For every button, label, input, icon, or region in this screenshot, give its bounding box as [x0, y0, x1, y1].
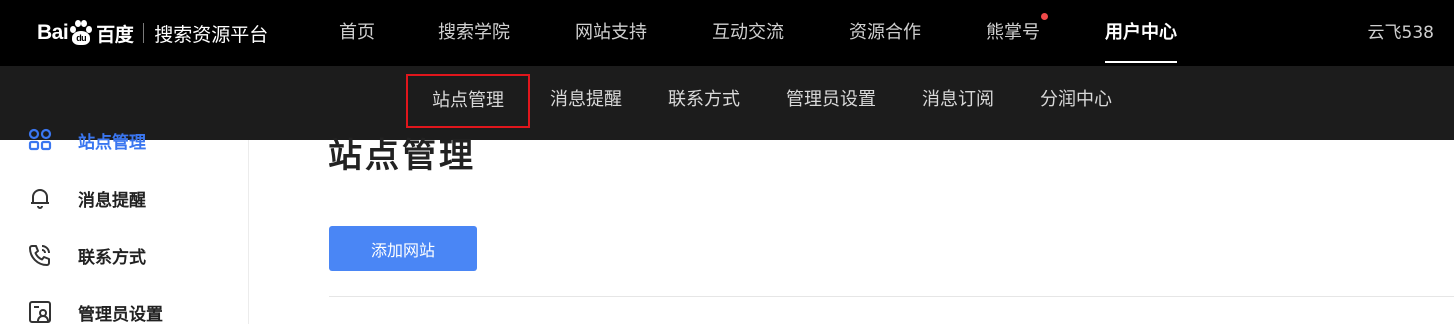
subnav-item-message-reminder[interactable]: 消息提醒	[550, 66, 622, 134]
subnav-item-message-subscription[interactable]: 消息订阅	[922, 66, 994, 134]
nav-item-interaction[interactable]: 互动交流	[712, 0, 784, 66]
nav-item-user-center[interactable]: 用户中心	[1105, 0, 1177, 66]
nav-item-resource-cooperation[interactable]: 资源合作	[849, 0, 921, 66]
admin-card-icon	[26, 298, 54, 324]
sidebar-item-contact[interactable]: 联系方式	[26, 240, 146, 270]
user-account-name[interactable]: 云飞538	[1368, 0, 1434, 66]
sidebar-item-label: 管理员设置	[78, 304, 163, 324]
top-navbar: Bai du 百度 搜索资源平台 首页 搜索学院 网站支持 互动交流 资源合作 …	[0, 0, 1454, 66]
baidu-logo[interactable]: Bai du 百度 搜索资源平台	[37, 14, 268, 52]
sidebar-item-label: 联系方式	[78, 247, 146, 268]
sidebar-item-admin-settings[interactable]: 管理员设置	[26, 297, 163, 324]
sidebar-item-label: 站点管理	[78, 132, 146, 153]
logo-divider	[143, 23, 145, 43]
sidebar-item-site-management[interactable]: 站点管理	[26, 125, 146, 155]
site-grid-icon	[26, 126, 54, 154]
sidebar-item-message-reminder[interactable]: 消息提醒	[26, 183, 146, 213]
subnav-item-contact[interactable]: 联系方式	[668, 66, 740, 134]
logo-text-bai: Bai	[37, 21, 69, 44]
nav-item-search-academy[interactable]: 搜索学院	[438, 0, 510, 66]
platform-name: 搜索资源平台	[154, 23, 269, 46]
nav-item-home[interactable]: 首页	[339, 0, 375, 66]
phone-icon	[26, 241, 54, 269]
content-divider	[329, 296, 1454, 297]
add-site-button[interactable]: 添加网站	[329, 226, 477, 271]
sidebar: 站点管理 消息提醒 联系方式 管理员设置	[0, 128, 249, 324]
logo-text-cn: 百度	[96, 24, 134, 46]
notification-dot	[1041, 13, 1048, 20]
logo-wordmark: Bai du 百度	[37, 20, 134, 47]
sidebar-item-label: 消息提醒	[78, 190, 146, 211]
paw-icon: du	[69, 20, 93, 46]
subnav-item-revenue-center[interactable]: 分润中心	[1040, 66, 1112, 134]
nav-item-site-support[interactable]: 网站支持	[575, 0, 647, 66]
nav-item-xiongzhang[interactable]: 熊掌号	[986, 0, 1048, 66]
page-title: 站点管理	[328, 136, 476, 176]
logo-paw-text: du	[72, 31, 91, 45]
sub-navbar: 站点管理 消息提醒 联系方式 管理员设置 消息订阅 分润中心	[0, 66, 1454, 140]
subnav-item-site-management[interactable]: 站点管理	[406, 74, 530, 128]
subnav-item-admin-settings[interactable]: 管理员设置	[786, 66, 876, 134]
bell-icon	[26, 184, 54, 212]
nav-item-xiongzhang-label: 熊掌号	[986, 22, 1040, 43]
